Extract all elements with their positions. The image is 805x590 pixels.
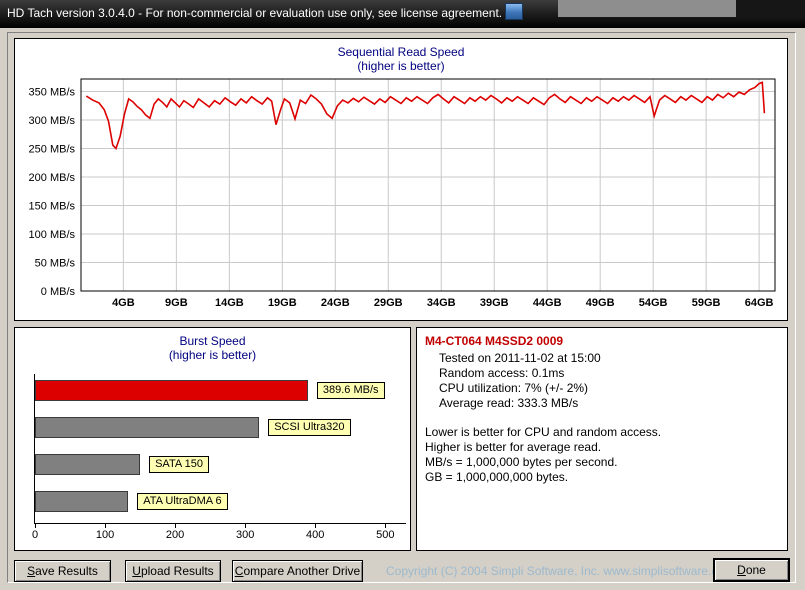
- burst-bar-0: [35, 380, 308, 401]
- sequential-read-chart: 0 MB/s 50 MB/s 100 MB/s 150 MB/s 200 MB/s 250…: [29, 78, 776, 309]
- x-tick-label: 200: [165, 529, 185, 541]
- hdtach-window: HD Tach version 3.0.4.0 - For non-commer…: [0, 0, 805, 590]
- save-results-button[interactable]: Save Results: [14, 560, 111, 582]
- burst-bar-label: 389.6 MB/s: [316, 382, 385, 399]
- x-tick-label: 49GB: [586, 297, 615, 309]
- x-tick: [175, 524, 177, 528]
- button-label-part: ompare Another Drive: [243, 564, 361, 578]
- note-line: MB/s = 1,000,000 bytes per second.: [425, 455, 618, 469]
- x-tick-label: 39GB: [480, 297, 509, 309]
- plot-border: [80, 78, 776, 292]
- x-tick-label: 19GB: [268, 297, 297, 309]
- x-tick-label: 44GB: [533, 297, 562, 309]
- x-tick-label: 500: [376, 529, 395, 541]
- x-tick: [315, 524, 317, 528]
- upload-results-button[interactable]: Upload Results: [125, 560, 221, 582]
- burst-chart-subtitle: (higher is better): [168, 348, 257, 362]
- x-tick-label: 29GB: [374, 297, 403, 309]
- y-tick-label: 150 MB/s: [29, 201, 76, 213]
- x-tick-label: 54GB: [639, 297, 668, 309]
- x-tick-label: 34GB: [427, 297, 456, 309]
- x-tick-label: 400: [306, 529, 325, 541]
- button-label-part: S: [27, 564, 36, 578]
- burst-bar-label: SCSI Ultra320: [268, 419, 351, 436]
- x-tick-label: 9GB: [165, 297, 188, 309]
- y-tick-label: 300 MB/s: [29, 115, 76, 127]
- seq-chart-subtitle: (higher is better): [357, 59, 445, 73]
- note-line: GB = 1,000,000,000 bytes.: [425, 470, 569, 484]
- cpu-utilization-line: CPU utilization: 7% (+/- 2%): [439, 381, 589, 395]
- y-tick-label: 250 MB/s: [29, 144, 76, 156]
- button-label-part: one: [745, 563, 766, 577]
- burst-bar-2: [35, 454, 141, 475]
- seq-chart-title: Sequential Read Speed: [337, 45, 465, 59]
- drive-model: M4-CT064 M4SSD2 0009: [425, 334, 564, 348]
- x-tick-label: 100: [95, 529, 115, 541]
- average-read-line: Average read: 333.3 MB/s: [439, 396, 579, 410]
- button-label-part: D: [737, 563, 746, 577]
- burst-chart-title: Burst Speed: [179, 334, 246, 348]
- y-tick-label: 200 MB/s: [29, 172, 76, 184]
- x-tick-label: 0: [31, 529, 39, 541]
- x-tick-label: 300: [236, 529, 255, 541]
- copyright-text: Copyright (C) 2004 Simpli Software, Inc.…: [386, 564, 735, 578]
- x-tick: [245, 524, 247, 528]
- burst-bar-3: [35, 491, 129, 512]
- sequential-read-panel: Sequential Read Speed (higher is better)…: [14, 38, 788, 321]
- y-tick-label: 100 MB/s: [29, 229, 76, 241]
- burst-speed-panel: Burst Speed (higher is better) 389.6 MB/…: [14, 327, 411, 551]
- titlebar[interactable]: HD Tach version 3.0.4.0 - For non-commer…: [0, 0, 805, 28]
- titlebar-blue-button: [505, 3, 523, 20]
- main-frame: Sequential Read Speed (higher is better)…: [7, 32, 796, 583]
- x-tick-label: 64GB: [745, 297, 774, 309]
- tested-on-line: Tested on 2011-11-02 at 15:00: [439, 351, 601, 365]
- x-tick: [385, 524, 387, 528]
- y-tick-label: 0 MB/s: [41, 286, 76, 298]
- y-tick-label: 50 MB/s: [35, 258, 76, 270]
- x-tick-label: 24GB: [321, 297, 350, 309]
- x-tick: [35, 524, 36, 528]
- background-window-corner: [736, 0, 805, 17]
- burst-bar-1: [35, 417, 260, 438]
- x-tick-label: 59GB: [692, 297, 721, 309]
- button-label-part: pload Results: [140, 564, 214, 578]
- y-tick-label: 350 MB/s: [29, 87, 76, 99]
- x-tick: [105, 524, 107, 528]
- random-access-line: Random access: 0.1ms: [439, 366, 565, 380]
- burst-speed-chart: 389.6 MB/s SCSI Ultra320 SATA 150 ATA Ultra…: [32, 374, 406, 541]
- window-title: HD Tach version 3.0.4.0 - For non-commer…: [7, 6, 503, 20]
- x-tick-label: 4GB: [112, 297, 135, 309]
- burst-bar-label: ATA UltraDMA 6: [137, 493, 228, 510]
- note-line: Lower is better for CPU and random acces…: [425, 425, 662, 439]
- done-button[interactable]: Done: [713, 558, 790, 582]
- button-label-part: U: [132, 564, 141, 578]
- burst-bar-label: SATA 150: [149, 456, 209, 473]
- button-label-part: ave Results: [35, 564, 98, 578]
- drive-info-panel: M4-CT064 M4SSD2 0009 Tested on 2011-11-0…: [416, 327, 788, 551]
- read-speed-line: [85, 81, 766, 151]
- x-tick-label: 14GB: [215, 297, 244, 309]
- note-line: Higher is better for average read.: [425, 440, 602, 454]
- compare-another-drive-button[interactable]: Compare Another Drive: [232, 560, 363, 582]
